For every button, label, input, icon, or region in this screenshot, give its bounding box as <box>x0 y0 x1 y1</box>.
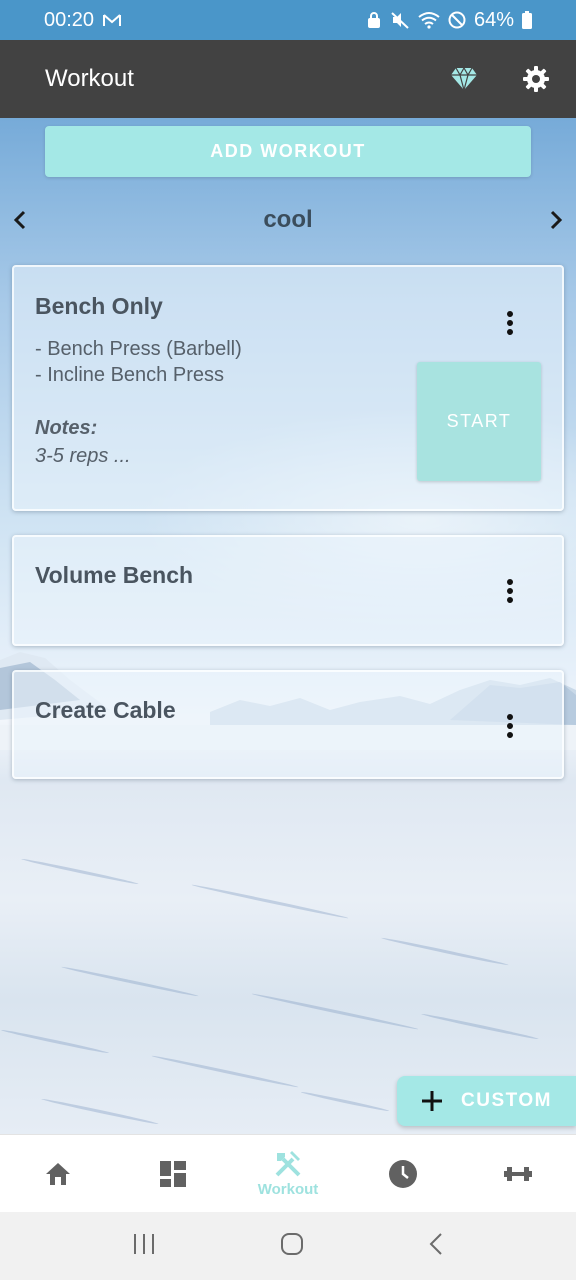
dumbbell-icon <box>504 1166 533 1181</box>
bottom-navigation: Workout <box>0 1134 576 1212</box>
workout-menu-button[interactable] <box>498 575 522 607</box>
lock-badge-icon <box>367 12 380 28</box>
workout-menu-button[interactable] <box>498 710 522 742</box>
previous-routine-button[interactable] <box>8 208 32 232</box>
more-vertical-icon <box>507 579 513 603</box>
system-navigation-bar <box>0 1212 576 1280</box>
wifi-icon <box>418 12 440 29</box>
tools-icon <box>275 1151 301 1177</box>
diamond-icon <box>451 67 477 91</box>
workout-card[interactable]: Volume Bench <box>12 535 564 646</box>
next-routine-button[interactable] <box>544 208 568 232</box>
premium-button[interactable] <box>448 63 480 95</box>
mute-icon <box>391 12 409 29</box>
back-chevron-icon <box>429 1232 442 1255</box>
chevron-left-icon <box>13 210 26 230</box>
exercise-item: - Incline Bench Press <box>35 364 224 386</box>
home-icon <box>45 1162 70 1185</box>
custom-label: CUSTOM <box>461 1090 552 1111</box>
battery-icon <box>522 11 532 29</box>
workout-card[interactable]: Create Cable <box>12 670 564 779</box>
add-workout-button[interactable]: ADD WORKOUT <box>45 126 531 177</box>
page-title: Workout <box>45 65 134 92</box>
routine-selector: cool <box>0 200 576 240</box>
home-system-button[interactable] <box>280 1232 304 1261</box>
start-workout-button[interactable]: START <box>417 362 541 481</box>
gear-icon <box>523 66 549 92</box>
history-icon <box>389 1159 418 1188</box>
more-vertical-icon <box>507 714 513 738</box>
notes-text: 3-5 reps ... <box>35 445 131 467</box>
chevron-right-icon <box>550 210 563 230</box>
back-button[interactable] <box>428 1232 444 1261</box>
nav-workout[interactable]: Workout <box>230 1135 345 1212</box>
do-not-disturb-icon <box>448 11 466 29</box>
recent-apps-icon <box>134 1233 154 1254</box>
nav-history[interactable] <box>346 1135 461 1212</box>
recent-apps-button[interactable] <box>132 1233 156 1260</box>
home-circle-icon <box>281 1232 303 1255</box>
settings-button[interactable] <box>520 63 552 95</box>
status-bar: 00:20 64% <box>0 0 576 40</box>
notes-label: Notes: <box>35 417 98 439</box>
workout-title: Volume Bench <box>35 562 194 588</box>
nav-home[interactable] <box>0 1135 115 1212</box>
workout-menu-button[interactable] <box>498 307 522 339</box>
status-time: 00:20 <box>44 8 95 31</box>
workout-title: Create Cable <box>35 697 176 723</box>
battery-percent: 64% <box>473 8 514 31</box>
routine-name: cool <box>263 206 313 233</box>
exercise-item: - Bench Press (Barbell) <box>35 338 242 360</box>
app-bar: Workout <box>0 40 576 118</box>
dashboard-icon <box>159 1160 186 1187</box>
plus-icon <box>422 1091 442 1111</box>
nav-exercises[interactable] <box>461 1135 576 1212</box>
more-vertical-icon <box>507 311 513 335</box>
nav-label-workout: Workout <box>257 1181 319 1198</box>
gmail-icon <box>103 14 122 26</box>
nav-dashboard[interactable] <box>115 1135 230 1212</box>
workout-card[interactable]: Bench Only - Bench Press (Barbell) - Inc… <box>12 265 564 511</box>
custom-workout-button[interactable]: CUSTOM <box>397 1076 576 1126</box>
workout-title: Bench Only <box>35 293 163 319</box>
